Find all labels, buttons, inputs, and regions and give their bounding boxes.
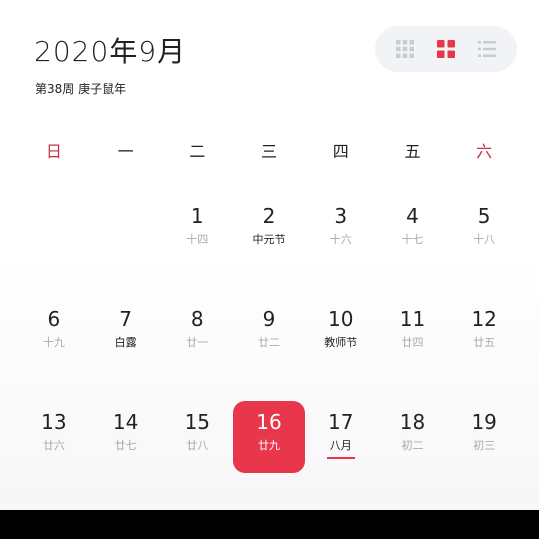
day-number: 11	[399, 307, 426, 331]
day-cell[interactable]: 1 十四	[161, 195, 233, 267]
day-number: 9	[262, 307, 276, 331]
weekday-thu: 四	[332, 142, 349, 161]
weekday-tue: 二	[189, 142, 206, 161]
selected-day-cell[interactable]: 16 廿九	[233, 401, 305, 473]
day-number: 4	[406, 204, 419, 228]
day-cell[interactable]: 10 教师节	[305, 298, 377, 370]
grid-9-icon	[396, 40, 415, 58]
list-icon	[477, 41, 496, 57]
calendar-week-row: 13 廿六 14 廿七 15 廿八 16 廿九 17 八月 18 初二 19 初三	[18, 401, 520, 504]
lunar-date: 廿一	[186, 336, 209, 349]
lunar-date: 十九	[42, 336, 65, 349]
day-number: 1	[190, 204, 204, 228]
weekday-header: 日 一 二 三 四 五 六	[18, 138, 520, 162]
week-year-subtitle: 第38周 庚子鼠年	[35, 82, 127, 96]
calendar-grid: 1 十四 2 中元节 3 十六 4 十七 5 十八 6 十九 7 白露 8 廿一 9 廿二 10 教师节 11 廿四 12 廿…	[18, 195, 520, 504]
day-cell[interactable]: 6 十九	[18, 298, 90, 370]
calendar-week-row: 1 十四 2 中元节 3 十六 4 十七 5 十八	[18, 195, 520, 298]
day-number: 19	[471, 410, 497, 434]
lunar-date: 廿八	[186, 439, 209, 452]
day-cell[interactable]: 17 八月	[305, 401, 377, 473]
lunar-date: 初二	[401, 439, 424, 452]
day-cell[interactable]: 15 廿八	[161, 401, 233, 473]
day-number: 3	[334, 204, 348, 228]
day-number: 15	[184, 410, 211, 434]
day-cell[interactable]: 11 廿四	[377, 298, 449, 370]
lunar-date: 教师节	[324, 336, 358, 349]
day-number: 6	[47, 307, 61, 331]
lunar-date: 十六	[329, 233, 352, 246]
day-number: 16	[256, 410, 282, 434]
weekday-sun: 日	[45, 142, 62, 161]
day-number: 14	[112, 410, 139, 434]
day-number: 13	[41, 410, 67, 434]
lunar-date: 十七	[401, 233, 424, 246]
day-number: 2	[262, 204, 276, 228]
day-cell[interactable]: 9 廿二	[233, 298, 305, 370]
day-cell[interactable]: 2 中元节	[233, 195, 305, 267]
month-title[interactable]: 2020年9月	[34, 30, 186, 70]
weekday-mon: 一	[117, 142, 134, 161]
week-grid-view-button[interactable]	[435, 38, 457, 60]
day-number: 8	[190, 307, 204, 331]
view-switch	[375, 26, 517, 72]
day-cell[interactable]: 14 廿七	[90, 401, 162, 473]
day-cell[interactable]: 19 初三	[448, 401, 520, 473]
calendar-week-row: 6 十九 7 白露 8 廿一 9 廿二 10 教师节 11 廿四 12 廿五	[18, 298, 520, 401]
day-cell[interactable]: 13 廿六	[18, 401, 90, 473]
lunar-date: 白露	[114, 336, 137, 349]
day-number: 7	[119, 307, 132, 331]
day-cell[interactable]: 3 十六	[305, 195, 377, 267]
lunar-date: 廿六	[42, 439, 65, 452]
day-cell[interactable]: 8 廿一	[161, 298, 233, 370]
empty-day-cell	[18, 195, 90, 267]
lunar-date: 廿四	[401, 336, 424, 349]
day-cell[interactable]: 12 廿五	[448, 298, 520, 370]
day-number: 5	[477, 204, 491, 228]
lunar-date: 初三	[473, 439, 496, 452]
navigation-bar	[0, 510, 539, 539]
day-cell[interactable]: 5 十八	[448, 195, 520, 267]
lunar-date: 十八	[473, 233, 496, 246]
day-number: 17	[328, 410, 354, 434]
weekday-wed: 三	[261, 142, 278, 161]
today-underline	[326, 457, 355, 459]
day-number: 12	[471, 307, 497, 331]
lunar-date: 中元节	[252, 233, 286, 246]
lunar-date: 廿九	[258, 439, 281, 452]
day-cell[interactable]: 4 十七	[377, 195, 449, 267]
month-grid-view-button[interactable]	[394, 38, 416, 60]
grid-4-icon	[436, 40, 455, 58]
lunar-date: 十四	[186, 233, 209, 246]
list-view-button[interactable]	[476, 38, 498, 60]
lunar-date: 廿五	[473, 336, 496, 349]
day-cell[interactable]: 7 白露	[90, 298, 162, 370]
lunar-date: 八月	[329, 439, 352, 452]
day-cell[interactable]: 18 初二	[377, 401, 449, 473]
day-number: 18	[399, 410, 426, 434]
lunar-date: 廿二	[258, 336, 281, 349]
weekday-fri: 五	[404, 142, 421, 161]
lunar-date: 廿七	[114, 439, 137, 452]
empty-day-cell	[90, 195, 162, 267]
calendar-page: 2020年9月 第38周 庚子鼠年 日 一 二 三 四 五 六 1 十四 2 中…	[0, 0, 539, 510]
day-number: 10	[328, 307, 354, 331]
weekday-sat: 六	[476, 142, 493, 161]
